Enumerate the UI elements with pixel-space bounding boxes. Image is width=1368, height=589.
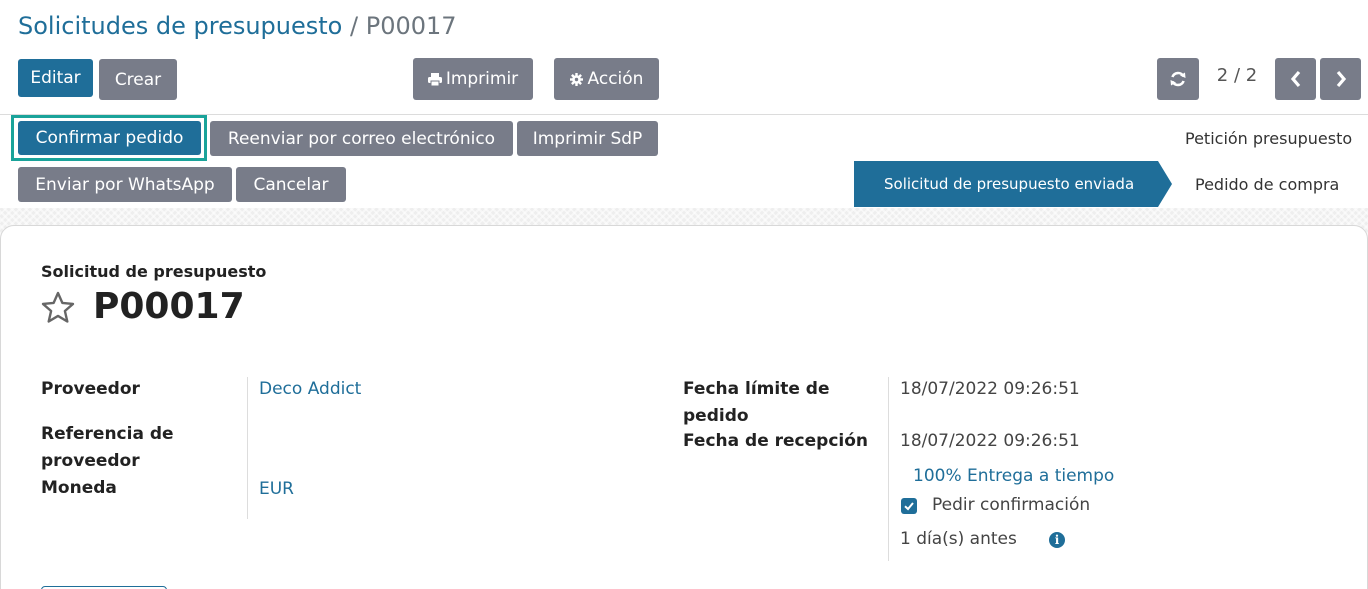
- print-button-label: Imprimir: [445, 69, 519, 89]
- previous-record-button[interactable]: [1275, 58, 1316, 100]
- refresh-icon: [1170, 71, 1186, 87]
- action-button[interactable]: Acción: [554, 58, 659, 100]
- star-icon[interactable]: [40, 290, 76, 326]
- printer-icon: [427, 72, 442, 86]
- send-whatsapp-button[interactable]: Enviar por WhatsApp: [18, 167, 232, 202]
- resend-email-button[interactable]: Reenviar por correo electrónico: [210, 121, 513, 156]
- confirm-order-button[interactable]: Confirmar pedido: [18, 121, 201, 155]
- stage-rfq-sent-label: Solicitud de presupuesto enviada: [884, 175, 1135, 193]
- currency-label: Moneda: [41, 478, 117, 498]
- cancel-button[interactable]: Cancelar: [236, 167, 346, 202]
- currency-field[interactable]: EUR: [259, 479, 294, 499]
- pager-value[interactable]: 2 / 2: [1210, 65, 1264, 86]
- breadcrumb-separator: /: [350, 12, 359, 40]
- receipt-date-field[interactable]: 18/07/2022 09:26:51: [900, 431, 1080, 451]
- create-button[interactable]: Crear: [99, 59, 177, 100]
- breadcrumb-parent-link[interactable]: Solicitudes de presupuesto: [18, 12, 342, 40]
- vendor-label: Proveedor: [41, 379, 140, 399]
- stage-rfq[interactable]: Petición presupuesto: [1185, 129, 1352, 148]
- vendor-reference-label: Referencia de proveedor: [41, 424, 174, 471]
- stage-rfq-sent[interactable]: Solicitud de presupuesto enviada: [854, 161, 1172, 207]
- next-record-button[interactable]: [1320, 58, 1361, 100]
- gear-icon: [569, 72, 583, 86]
- vendor-field[interactable]: Deco Addict: [259, 379, 361, 399]
- action-button-label: Acción: [587, 69, 644, 89]
- days-before-field[interactable]: 1 día(s) antes: [900, 529, 1017, 549]
- print-rfq-button[interactable]: Imprimir SdP: [517, 121, 658, 156]
- chevron-left-icon: [1290, 70, 1300, 88]
- ask-confirmation-checkbox[interactable]: [901, 498, 917, 514]
- document-name: P00017: [93, 286, 245, 327]
- checkmark-icon: [904, 502, 914, 511]
- on-time-delivery-link[interactable]: 100% Entrega a tiempo: [913, 466, 1114, 486]
- refresh-button[interactable]: [1157, 58, 1199, 100]
- document-type-label: Solicitud de presupuesto: [41, 262, 267, 281]
- edit-button[interactable]: Editar: [18, 59, 93, 97]
- stage-purchase-order[interactable]: Pedido de compra: [1195, 175, 1339, 194]
- breadcrumb-current: P00017: [365, 12, 457, 40]
- breadcrumb: Solicitudes de presupuesto / P00017: [18, 12, 457, 40]
- chevron-right-icon: [1336, 70, 1346, 88]
- ask-confirmation-label: Pedir confirmación: [932, 495, 1091, 515]
- info-icon[interactable]: i: [1049, 532, 1065, 548]
- order-deadline-label: Fecha límite de pedido: [683, 379, 830, 426]
- left-column-separator: [247, 377, 248, 519]
- receipt-date-label: Fecha de recepción: [683, 431, 869, 451]
- order-deadline-field[interactable]: 18/07/2022 09:26:51: [900, 379, 1080, 399]
- right-column-separator: [888, 377, 889, 561]
- print-button[interactable]: Imprimir: [413, 58, 533, 100]
